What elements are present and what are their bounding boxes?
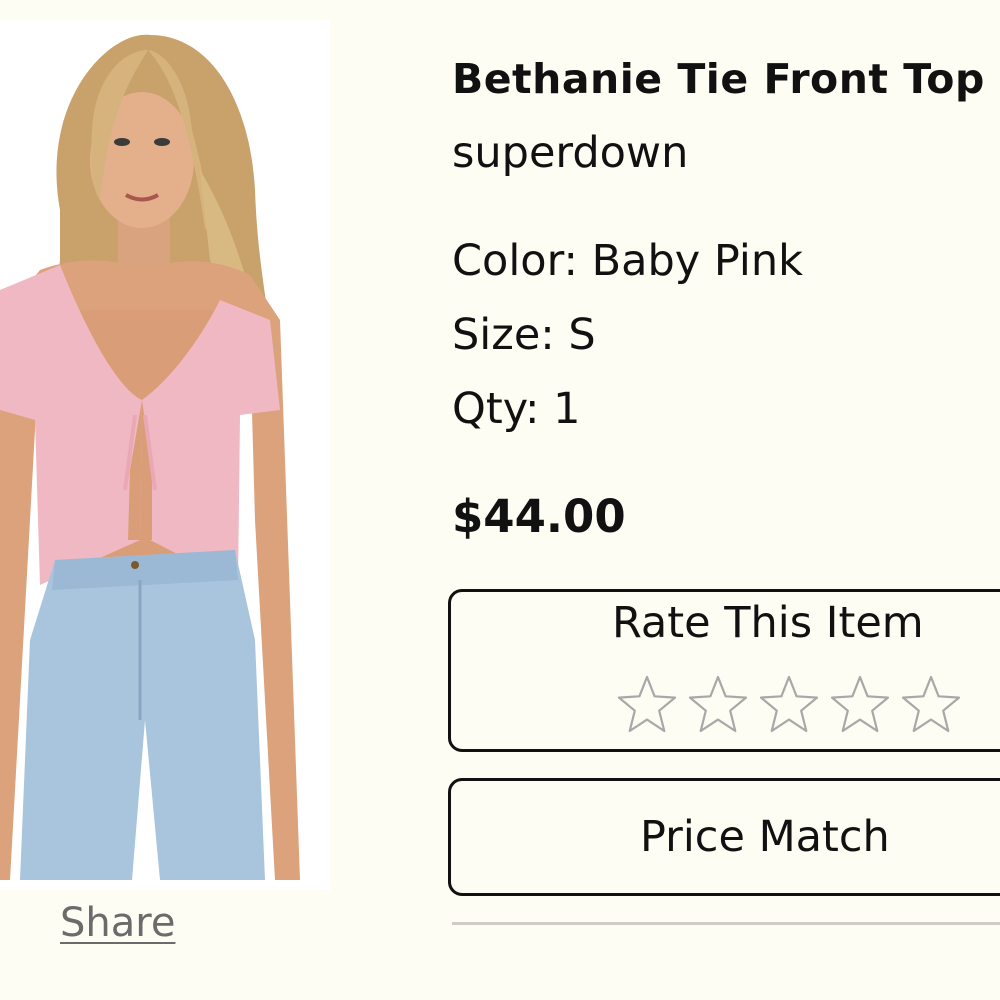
product-color: Color: Baby Pink xyxy=(452,236,804,286)
star-1-icon[interactable] xyxy=(616,674,678,736)
star-rating[interactable] xyxy=(616,674,962,736)
star-3-icon[interactable] xyxy=(758,674,820,736)
product-quantity: Qty: 1 xyxy=(452,384,581,434)
product-title: Bethanie Tie Front Top xyxy=(452,55,985,103)
star-5-icon[interactable] xyxy=(900,674,962,736)
divider xyxy=(452,922,1000,925)
product-size: Size: S xyxy=(452,310,596,360)
product-brand[interactable]: superdown xyxy=(452,124,688,182)
share-link[interactable]: Share xyxy=(60,893,175,953)
star-4-icon[interactable] xyxy=(829,674,891,736)
product-image[interactable] xyxy=(0,20,330,890)
price-match-button[interactable] xyxy=(448,778,1000,896)
rate-item-title: Rate This Item xyxy=(612,598,924,648)
product-price: $44.00 xyxy=(452,490,626,543)
star-2-icon[interactable] xyxy=(687,674,749,736)
